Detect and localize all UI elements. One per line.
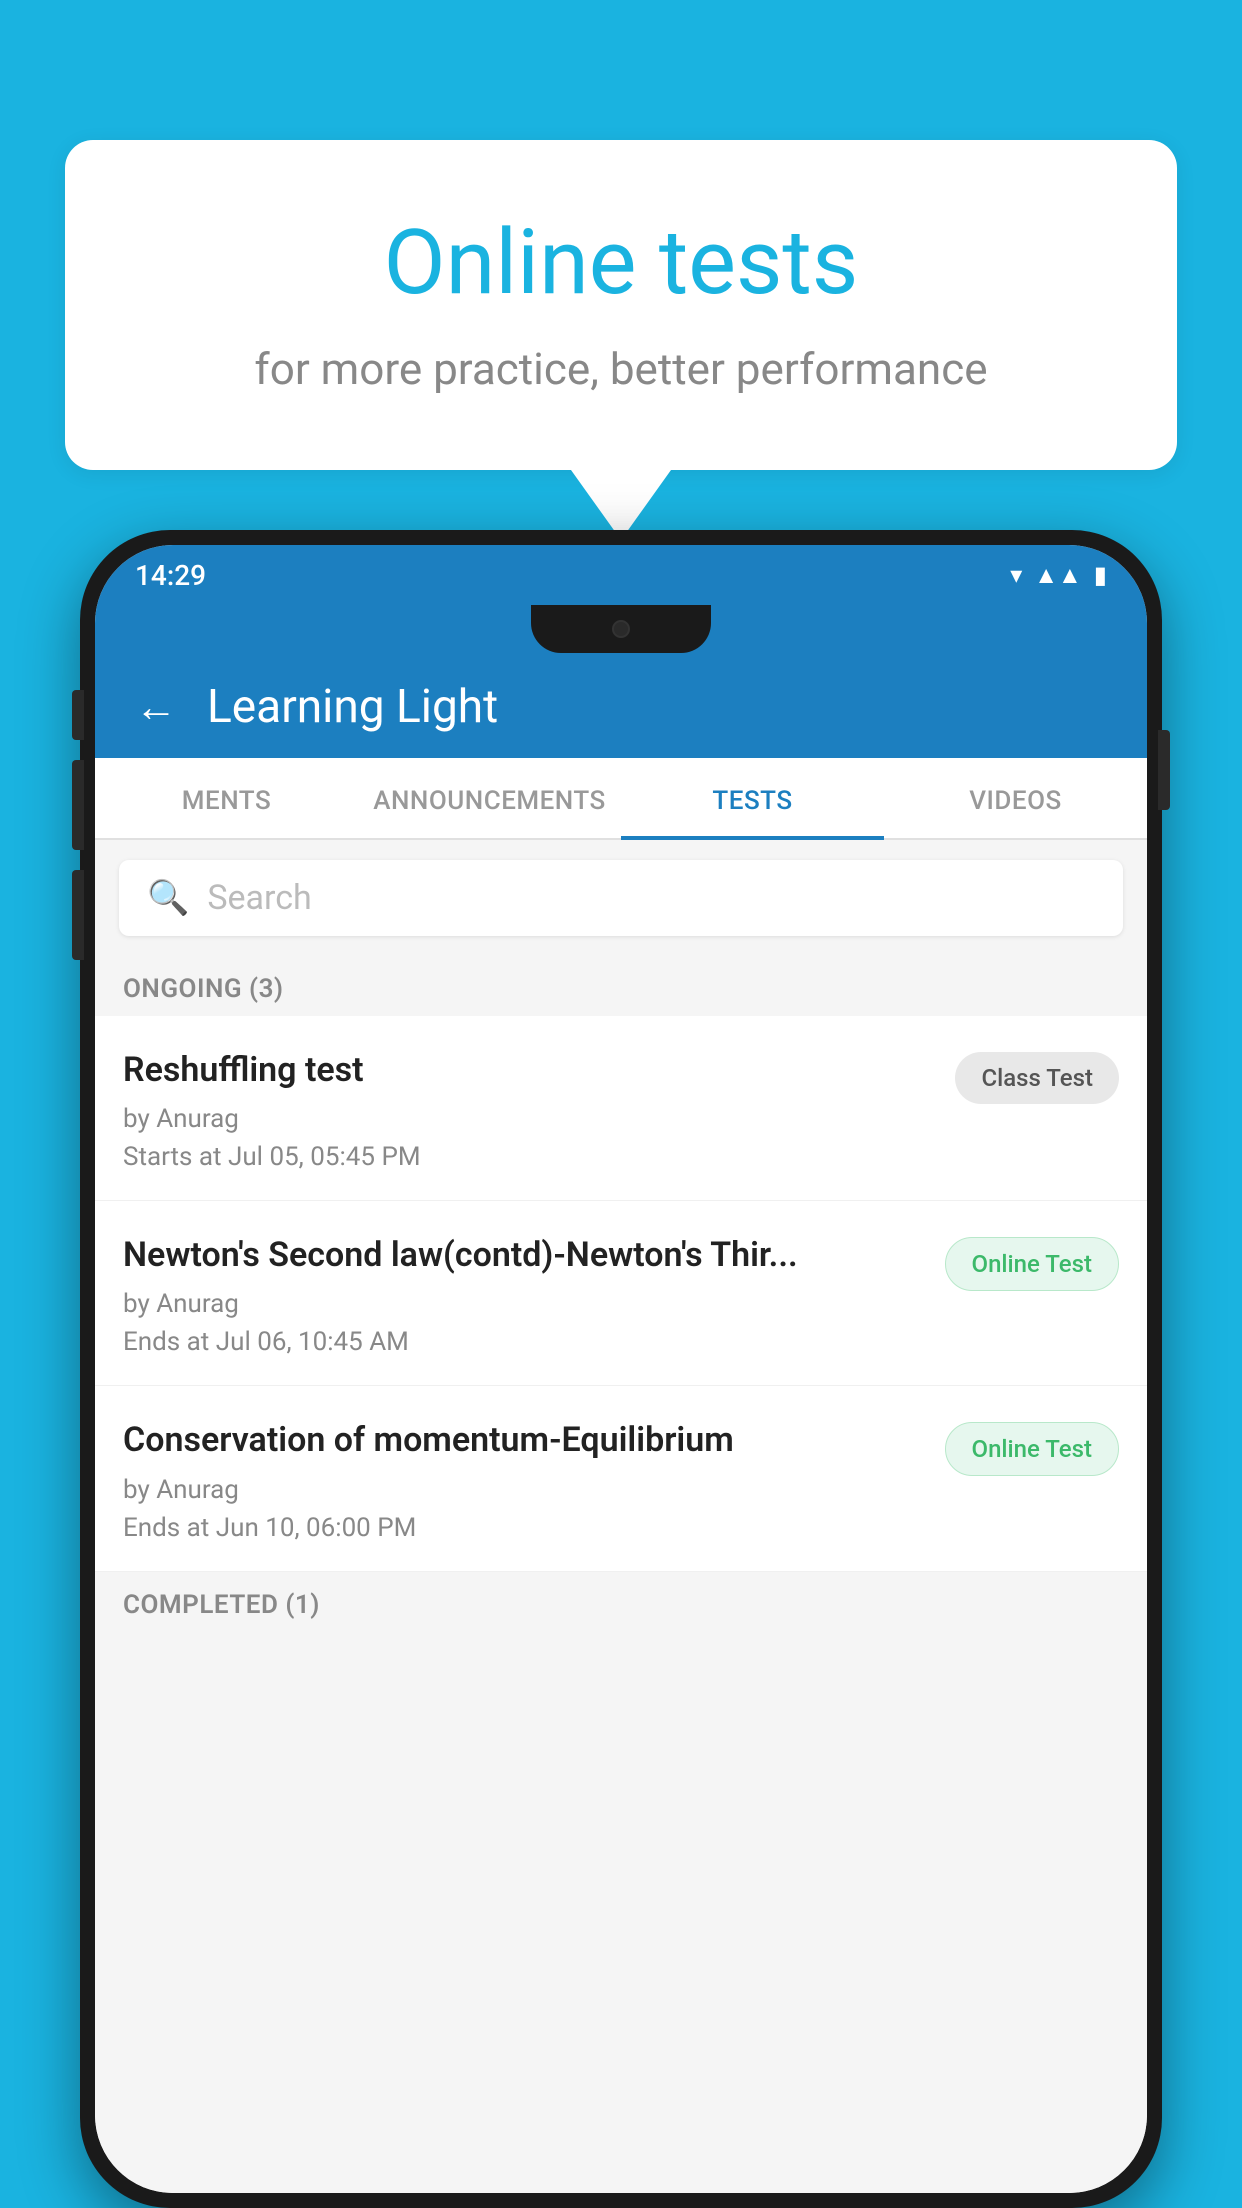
phone-screen: 14:29 ▾ ▲▲ ▮ ← Learning Light [95,545,1147,2193]
list-item[interactable]: Reshuffling test by Anurag Starts at Jul… [95,1016,1147,1201]
test-time: Ends at Jul 06, 10:45 AM [123,1327,925,1357]
bubble-title: Online tests [145,210,1097,315]
wifi-icon: ▾ [1010,561,1022,589]
test-name: Newton's Second law(contd)-Newton's Thir… [123,1233,925,1277]
volume-down-button [72,870,84,960]
ongoing-section-header: ONGOING (3) [95,956,1147,1016]
completed-title: COMPLETED (1) [123,1590,320,1620]
test-time: Ends at Jun 10, 06:00 PM [123,1513,925,1543]
test-list: Reshuffling test by Anurag Starts at Jul… [95,1016,1147,2193]
test-author: by Anurag [123,1475,925,1505]
test-info: Conservation of momentum-Equilibrium by … [123,1418,945,1542]
speech-bubble: Online tests for more practice, better p… [65,140,1177,470]
signal-icon: ▲▲ [1034,561,1082,590]
list-item[interactable]: Conservation of momentum-Equilibrium by … [95,1386,1147,1571]
test-name: Reshuffling test [123,1048,935,1092]
app-title: Learning Light [207,680,498,734]
test-author: by Anurag [123,1104,935,1134]
search-input[interactable]: Search [207,878,311,918]
search-icon: 🔍 [147,878,189,918]
notch [531,605,711,653]
list-item[interactable]: Newton's Second law(contd)-Newton's Thir… [95,1201,1147,1386]
battery-icon: ▮ [1094,561,1107,589]
promo-banner: Online tests for more practice, better p… [65,140,1177,540]
bubble-subtitle: for more practice, better performance [145,343,1097,395]
status-badge: Online Test [945,1237,1119,1291]
status-icons: ▾ ▲▲ ▮ [1010,561,1107,590]
status-time: 14:29 [135,559,206,592]
notch-area [95,605,1147,660]
tab-ments[interactable]: MENTS [95,758,358,838]
status-bar: 14:29 ▾ ▲▲ ▮ [95,545,1147,605]
tab-videos[interactable]: VIDEOS [884,758,1147,838]
phone-mockup: 14:29 ▾ ▲▲ ▮ ← Learning Light [80,530,1162,2208]
back-button[interactable]: ← [135,683,177,732]
search-container: 🔍 Search [95,840,1147,956]
test-info: Reshuffling test by Anurag Starts at Jul… [123,1048,955,1172]
power-button [1158,730,1170,810]
test-time: Starts at Jul 05, 05:45 PM [123,1142,935,1172]
status-badge: Class Test [955,1052,1119,1104]
phone-frame: 14:29 ▾ ▲▲ ▮ ← Learning Light [80,530,1162,2208]
ongoing-title: ONGOING (3) [123,974,284,1004]
tab-tests[interactable]: TESTS [621,758,884,838]
search-box[interactable]: 🔍 Search [119,860,1123,936]
tabs-bar: MENTS ANNOUNCEMENTS TESTS VIDEOS [95,758,1147,840]
test-name: Conservation of momentum-Equilibrium [123,1418,925,1462]
content-area: 🔍 Search ONGOING (3) Reshuffling test by… [95,840,1147,2193]
test-author: by Anurag [123,1289,925,1319]
mute-button [72,690,84,740]
app-header: ← Learning Light [95,660,1147,758]
camera-dot [612,620,630,638]
test-info: Newton's Second law(contd)-Newton's Thir… [123,1233,945,1357]
completed-section-header: COMPLETED (1) [95,1572,1147,1632]
tab-announcements[interactable]: ANNOUNCEMENTS [358,758,621,838]
volume-up-button [72,760,84,850]
status-badge: Online Test [945,1422,1119,1476]
